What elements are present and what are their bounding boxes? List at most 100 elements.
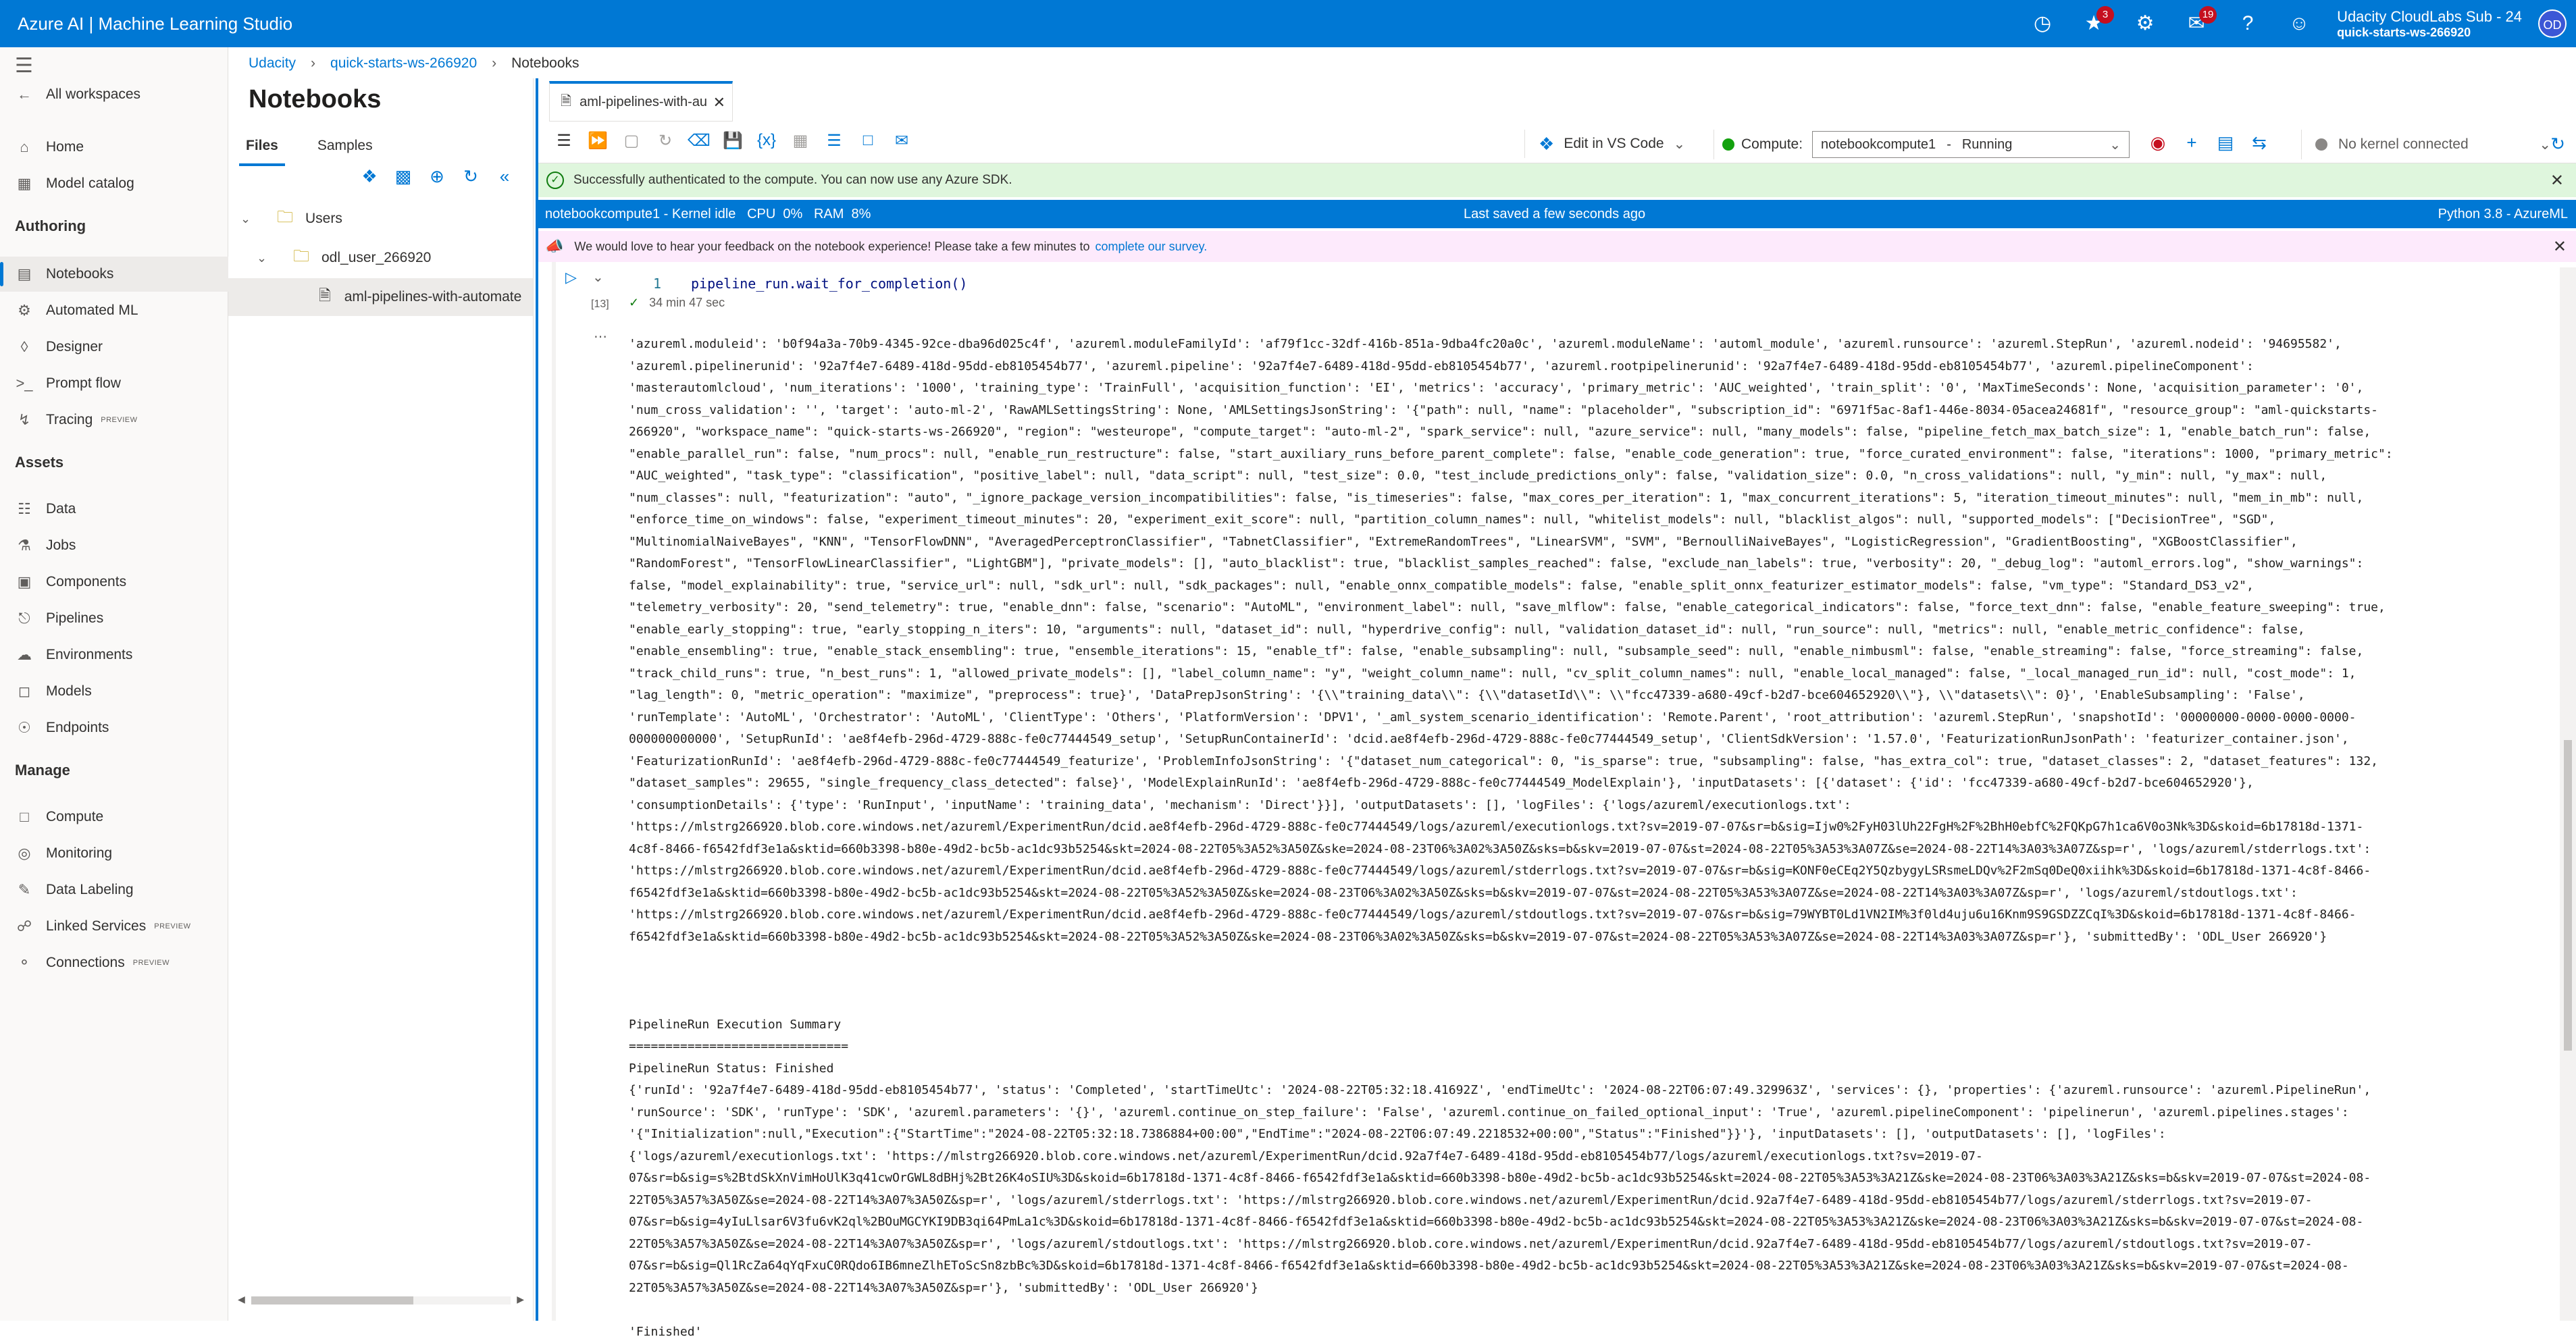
top-bar-icons: ◷ ★ 3 ⚙ ✉ 19 ? ☺ Udacity CloudLabs Sub - 2… — [2017, 0, 2576, 47]
tree-item-users[interactable]: ⌄ 🗀 Users — [228, 200, 533, 238]
nav-model-catalog[interactable]: ▦ Model catalog — [0, 166, 228, 201]
nav-data-labeling[interactable]: ✎ Data Labeling — [0, 872, 228, 907]
nav-monitoring[interactable]: ◎ Monitoring — [0, 836, 228, 871]
hamburger-icon[interactable]: ☰ — [15, 54, 33, 78]
kernel-selector[interactable]: No kernel connected ⌄ — [2301, 130, 2551, 159]
scroll-thumb[interactable] — [2564, 740, 2572, 1051]
nav-environments[interactable]: ☁ Environments — [0, 637, 228, 673]
files-tabs: Files Samples — [239, 127, 405, 166]
nav-prompt-flow[interactable]: >_ Prompt flow — [0, 366, 228, 401]
comment-icon[interactable]: □ — [856, 131, 880, 151]
tree-item-user-folder[interactable]: ⌄ 🗀 odl_user_266920 — [228, 239, 533, 277]
menu-icon[interactable]: ☰ — [552, 131, 576, 151]
code-input[interactable]: 1 pipeline_run.wait_for_completion() — [626, 267, 2531, 305]
survey-link[interactable]: complete our survey. — [1096, 240, 1208, 254]
nav-all-workspaces[interactable]: ← All workspaces — [0, 77, 228, 112]
outline-icon[interactable]: ☰ — [822, 131, 846, 151]
run-all-icon[interactable]: ⏩ — [586, 131, 610, 151]
nav-tracing[interactable]: ↯ Tracing PREVIEW — [0, 402, 228, 438]
notebook-icon: ▤ — [17, 265, 32, 282]
files-horizontal-scrollbar[interactable]: ◀ ▶ — [238, 1294, 524, 1306]
megaphone-icon: 📣 — [545, 238, 564, 255]
vscode-icon[interactable]: ❖ — [357, 166, 382, 187]
help-icon[interactable]: ? — [2236, 11, 2260, 36]
nav-home[interactable]: ⌂ Home — [0, 130, 228, 165]
add-compute-icon[interactable]: + — [2180, 132, 2204, 153]
nav-designer[interactable]: ◊ Designer — [0, 330, 228, 365]
page-title: Notebooks — [249, 85, 382, 113]
feedback-icon[interactable]: ✉ 19 — [2184, 6, 2217, 36]
labeling-icon: ✎ — [18, 881, 31, 898]
save-icon[interactable]: 💾 — [721, 131, 745, 151]
terminal-icon[interactable]: ▩ — [391, 166, 415, 187]
scroll-left-icon[interactable]: ◀ — [238, 1294, 245, 1305]
prompt-flow-icon: >_ — [16, 375, 33, 392]
nav-connections[interactable]: ⚬ Connections PREVIEW — [0, 945, 228, 980]
chevron-down-icon[interactable]: ⌄ — [240, 212, 257, 226]
code-cell[interactable]: ▷ ⌄ [13] 1 pipeline_run.wait_for_complet… — [552, 262, 2538, 1339]
catalog-icon: ▦ — [17, 175, 32, 192]
chevron-down-icon[interactable]: ⌄ — [257, 251, 273, 265]
top-bar: Azure AI | Machine Learning Studio ◷ ★ 3 … — [0, 0, 2576, 47]
nav-data[interactable]: ☷ Data — [0, 492, 228, 527]
nav-models[interactable]: ◻ Models — [0, 674, 228, 709]
smiley-icon[interactable]: ☺ — [2287, 11, 2311, 36]
survey-text: We would love to hear your feedback on t… — [574, 239, 1090, 253]
scroll-right-icon[interactable]: ▶ — [517, 1294, 524, 1305]
kernel-version[interactable]: Python 3.8 - AzureML — [2438, 207, 2568, 222]
refresh-icon[interactable]: ↻ — [459, 166, 483, 187]
clear-output-icon[interactable]: ⌫ — [687, 131, 711, 151]
tab-samples[interactable]: Samples — [311, 127, 380, 166]
nav-compute[interactable]: □ Compute — [0, 799, 228, 835]
nav-notebooks[interactable]: ▤ Notebooks — [0, 257, 228, 292]
chevron-down-icon[interactable]: ⌄ — [592, 269, 604, 286]
account-info[interactable]: Udacity CloudLabs Sub - 24 quick-starts-… — [2337, 8, 2522, 40]
close-icon[interactable]: ✕ — [2553, 237, 2567, 257]
compute-controls: ◉ + ▤ ⇆ — [2146, 132, 2281, 153]
stop-compute-icon[interactable]: ◉ — [2146, 132, 2170, 153]
refresh-icon[interactable]: ↻ — [2550, 134, 2565, 155]
avatar[interactable]: OD — [2538, 9, 2567, 38]
nav-endpoints[interactable]: ☉ Endpoints — [0, 710, 228, 745]
compute-details-icon[interactable]: ▤ — [2213, 132, 2238, 153]
table-icon[interactable]: ▦ — [788, 131, 813, 151]
breadcrumb-item[interactable]: quick-starts-ws-266920 — [330, 55, 477, 72]
close-icon[interactable]: ✕ — [2550, 171, 2564, 190]
cell-output: 'azureml.moduleid': 'b0f94a3a-70b9-4345-… — [629, 337, 2393, 1339]
editor-vertical-scrollbar[interactable] — [2560, 267, 2576, 1321]
file-tab[interactable]: 🗎 aml-pipelines-with-au ✕ — [549, 81, 733, 122]
checkmark-icon: ✓ — [629, 296, 640, 309]
edit-in-vscode-button[interactable]: ❖ Edit in VS Code ⌄ — [1524, 130, 1685, 158]
run-cell-icon[interactable]: ▷ — [565, 269, 577, 286]
survey-banner: 📣 We would love to hear your feedback on… — [538, 231, 2576, 262]
link-icon: ☍ — [16, 918, 32, 934]
nav-pipelines[interactable]: ⎋ Pipelines — [0, 601, 228, 636]
toolbar-icons: ☰ ⏩ ▢ ↻ ⌫ 💾 {x} ▦ ☰ □ ✉ — [552, 131, 923, 151]
scroll-thumb[interactable] — [251, 1296, 413, 1305]
tab-files[interactable]: Files — [239, 127, 285, 166]
mail-icon[interactable]: ✉ — [890, 131, 914, 151]
close-icon[interactable]: ✕ — [713, 94, 725, 111]
restart-icon[interactable]: ↻ — [653, 131, 677, 151]
history-icon[interactable]: ◷ — [2030, 11, 2055, 36]
gear-icon[interactable]: ⚙ — [2133, 11, 2157, 36]
nav-label: Notebooks — [46, 266, 114, 282]
stop-icon[interactable]: ▢ — [619, 131, 644, 151]
nav-linked-services[interactable]: ☍ Linked Services PREVIEW — [0, 909, 228, 944]
code-text[interactable]: pipeline_run.wait_for_completion() — [691, 275, 967, 292]
collapse-icon[interactable]: « — [492, 166, 517, 187]
notifications-badge: 3 — [2096, 6, 2115, 24]
bell-icon[interactable]: ★ 3 — [2082, 6, 2115, 36]
breadcrumb-item[interactable]: Udacity — [249, 55, 296, 72]
output-menu-icon[interactable]: ⋯ — [594, 328, 607, 345]
nav-automated-ml[interactable]: ⚙ Automated ML — [0, 293, 228, 328]
compute-dropdown[interactable]: notebookcompute1 - Running ⌄ — [1812, 131, 2130, 158]
tree-item-notebook[interactable]: 🗎 aml-pipelines-with-automate — [228, 278, 533, 316]
nav-jobs[interactable]: ⚗ Jobs — [0, 528, 228, 563]
account-tenant: quick-starts-ws-266920 — [2337, 25, 2471, 39]
nav-components[interactable]: ▣ Components — [0, 564, 228, 600]
app-title[interactable]: Azure AI | Machine Learning Studio — [18, 14, 292, 34]
add-icon[interactable]: ⊕ — [425, 166, 449, 187]
switch-icon[interactable]: ⇆ — [2247, 132, 2271, 153]
variables-icon[interactable]: {x} — [754, 131, 779, 151]
